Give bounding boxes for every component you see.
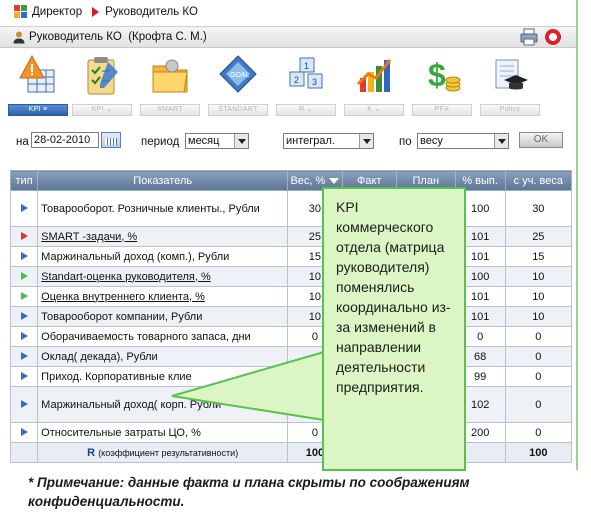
row-weighted: 10 (504, 306, 573, 327)
callout-pointer (171, 350, 326, 422)
row-weighted: 0 (504, 366, 573, 387)
exit-icon[interactable] (544, 28, 562, 46)
row-weighted: 10 (504, 286, 573, 307)
printer-icon[interactable] (520, 28, 538, 46)
by-label: по (399, 136, 412, 148)
svg-text:$: $ (428, 57, 446, 93)
sort-by-select[interactable]: весу (417, 133, 509, 149)
chevron-down-icon (494, 134, 508, 148)
app-frame: Директор Руководитель КО Руководитель КО… (0, 0, 578, 471)
row-weighted: 15 (504, 246, 573, 267)
sort-by-select-value: весу (420, 135, 443, 147)
row-weighted: 30 (504, 190, 573, 227)
sort-desc-icon (329, 177, 340, 184)
row-weighted: 0 (504, 346, 573, 367)
dollar-coins-icon: $ (422, 54, 462, 96)
row-weighted: 0 (504, 386, 573, 423)
footnote: * Примечание: данные факта и плана скрыт… (28, 475, 470, 509)
row-weighted: 10 (504, 266, 573, 287)
callout-text: KPI коммерческого отдела (матрица руково… (336, 199, 451, 395)
module-label: K ⌄ (344, 104, 404, 116)
col-header-weighted[interactable]: с уч. веса (504, 170, 573, 191)
row-weighted: 0 (504, 326, 573, 347)
graduation-cap-icon (490, 54, 530, 96)
module-pfx[interactable]: $ PFX (408, 50, 472, 122)
ok-button[interactable]: OK (519, 132, 563, 148)
chevron-down-icon (359, 134, 373, 148)
row-weighted: 25 (504, 226, 573, 247)
row-weighted: 0 (504, 422, 573, 443)
growth-chart-icon (354, 54, 394, 96)
module-k[interactable]: K ⌄ (340, 50, 404, 122)
total-weighted: 100 (504, 442, 573, 463)
module-label: PFX (412, 104, 472, 116)
module-policy[interactable]: Policy (476, 50, 540, 122)
callout-note: KPI коммерческого отдела (матрица руково… (322, 187, 466, 471)
module-label: Policy (480, 104, 540, 116)
